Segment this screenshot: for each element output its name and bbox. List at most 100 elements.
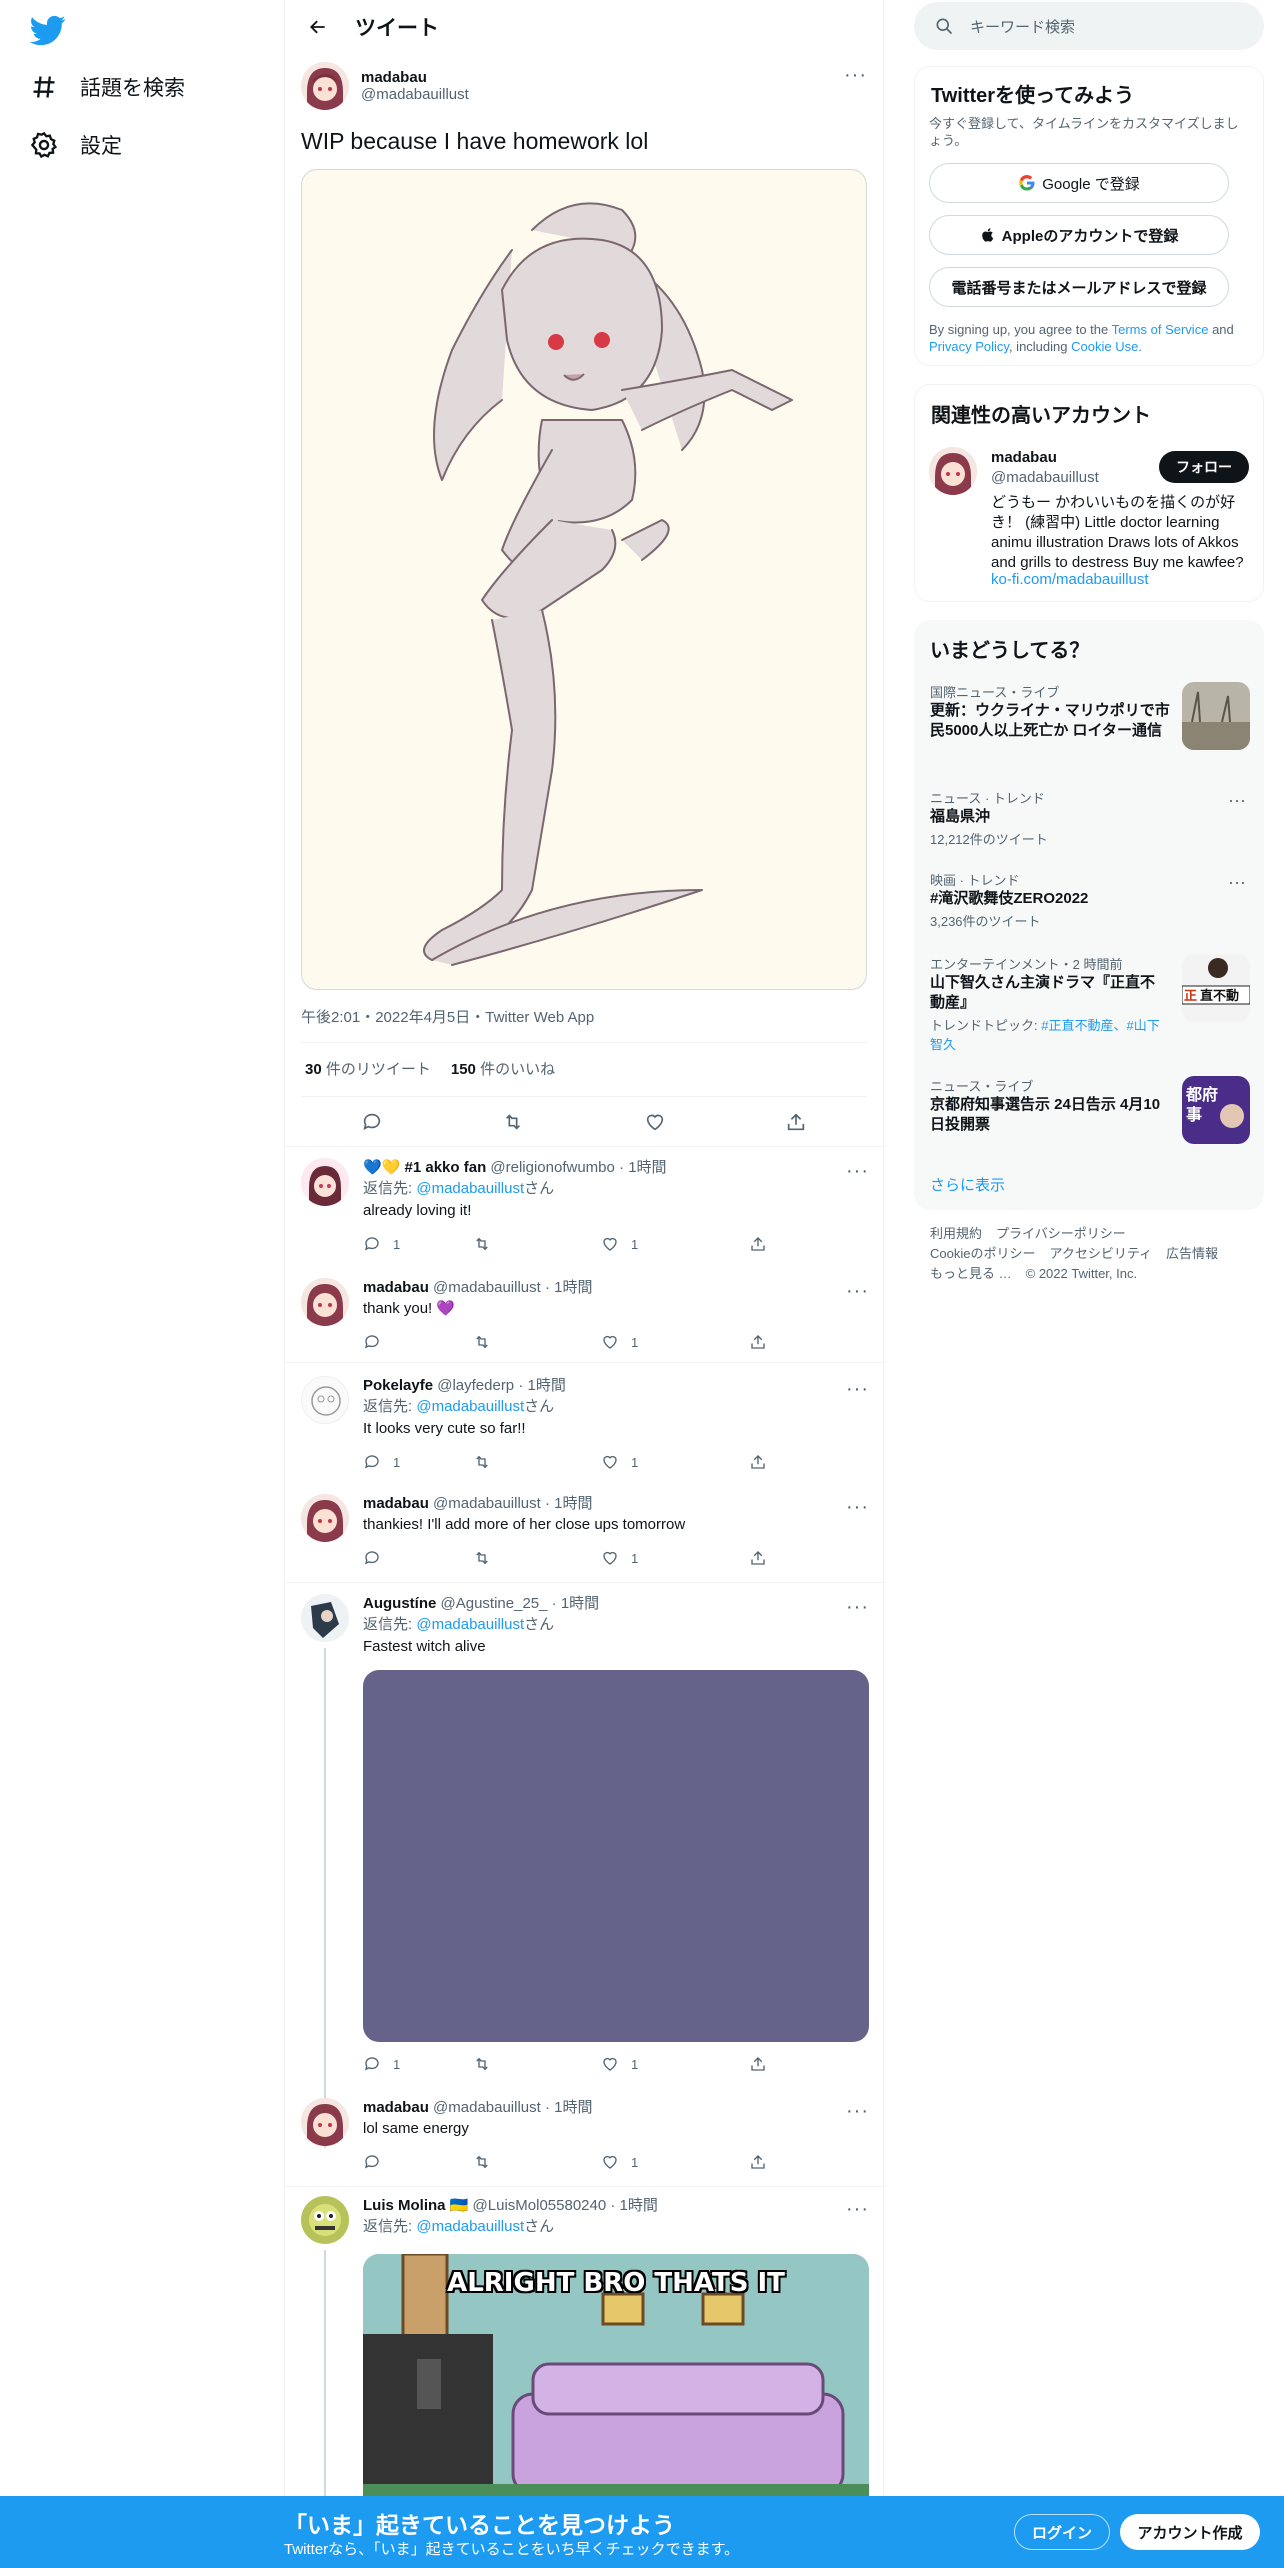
footer-link[interactable]: 広告情報 — [1166, 1246, 1218, 1261]
like-button[interactable]: 1 — [601, 1235, 749, 1253]
avatar[interactable] — [301, 1278, 349, 1326]
retweet-button[interactable] — [495, 1104, 531, 1140]
reply-author-name[interactable]: madabau — [363, 1279, 429, 1296]
like-count[interactable]: 150 件のいいね — [451, 1058, 555, 1079]
more-options-icon[interactable]: ··· — [1228, 790, 1246, 811]
reply-author-name[interactable]: madabau — [363, 1495, 429, 1512]
like-button[interactable]: 1 — [601, 2153, 749, 2171]
trend-item[interactable]: 映画 · トレンド #滝沢歌舞伎ZERO2022 3,236件のツイート ··· — [930, 870, 1250, 930]
reply-author-handle[interactable]: @layfederp — [437, 1377, 514, 1394]
nav-explore[interactable]: 話題を検索 — [30, 62, 185, 112]
reply-to-link[interactable]: @madabauillust — [416, 1616, 524, 1633]
reply-media-meme[interactable]: ALRIGHT BRO THATS IT — [363, 2254, 869, 2514]
reply-button[interactable]: 1 — [363, 2055, 473, 2073]
login-button[interactable]: ログイン — [1014, 2514, 1110, 2550]
reply-author-name[interactable]: Augustíne — [363, 1595, 436, 1612]
share-button[interactable] — [749, 1333, 767, 1351]
phone-email-signup-button[interactable]: 電話番号またはメールアドレスで登録 — [929, 267, 1229, 307]
show-more-link[interactable]: さらに表示 — [930, 1174, 1005, 1195]
reply-author-handle[interactable]: @madabauillust — [433, 1279, 541, 1296]
related-link[interactable]: ko-fi.com/madabauillust — [991, 571, 1149, 588]
avatar[interactable] — [301, 1158, 349, 1206]
reply-author-handle[interactable]: @Agustine_25_ — [441, 1595, 548, 1612]
reply-time[interactable]: · 1時間 — [610, 2197, 658, 2214]
share-button[interactable] — [778, 1104, 814, 1140]
retweet-button[interactable] — [473, 1549, 601, 1567]
tweet-timestamp[interactable]: 午後2:01・2022年4月5日・Twitter Web App — [301, 1006, 594, 1027]
reply-author-handle[interactable]: @madabauillust — [433, 2099, 541, 2116]
retweet-count[interactable]: 30 件のリツイート — [305, 1058, 431, 1079]
footer-link[interactable]: もっと見る … — [930, 1266, 1012, 1281]
related-handle[interactable]: @madabauillust — [991, 469, 1099, 486]
avatar[interactable] — [301, 62, 349, 110]
retweet-button[interactable] — [473, 1333, 601, 1351]
follow-button[interactable]: フォロー — [1159, 451, 1249, 483]
google-signup-button[interactable]: Google で登録 — [929, 163, 1229, 203]
signup-button[interactable]: アカウント作成 — [1120, 2514, 1260, 2550]
reply-button[interactable] — [363, 2153, 473, 2171]
retweet-button[interactable] — [473, 2153, 601, 2171]
more-options-icon[interactable]: ··· — [1228, 872, 1246, 893]
reply-time[interactable]: · 1時間 — [552, 1595, 600, 1612]
reply-media[interactable] — [363, 1670, 869, 2042]
share-button[interactable] — [749, 1453, 767, 1471]
reply-time[interactable]: · 1時間 — [545, 1279, 593, 1296]
reply-button[interactable] — [363, 1333, 473, 1351]
reply-time[interactable]: · 1時間 — [545, 1495, 593, 1512]
privacy-link[interactable]: Privacy Policy — [929, 339, 1009, 354]
terms-link[interactable]: Terms of Service — [1112, 322, 1209, 337]
trend-item[interactable]: エンターテインメント・2 時間前 山下智久さん主演ドラマ『正直不動産』 トレンド… — [930, 954, 1250, 1053]
avatar[interactable] — [301, 1376, 349, 1424]
reply-button[interactable] — [354, 1104, 390, 1140]
reply-author-name[interactable]: 💙💛 #1 akko fan — [363, 1159, 486, 1176]
share-button[interactable] — [749, 1549, 767, 1567]
like-button[interactable]: 1 — [601, 2055, 749, 2073]
like-button[interactable]: 1 — [601, 1549, 749, 1567]
footer-link[interactable]: 利用規約 — [930, 1226, 982, 1241]
avatar[interactable] — [301, 2196, 349, 2244]
reply-to-link[interactable]: @madabauillust — [416, 1180, 524, 1197]
reply-time[interactable]: · 1時間 — [518, 1377, 566, 1394]
nav-settings[interactable]: 設定 — [30, 120, 122, 170]
twitter-logo-icon[interactable] — [30, 12, 66, 48]
reply-author-name[interactable]: madabau — [363, 2099, 429, 2116]
avatar[interactable] — [301, 2098, 349, 2146]
footer-link[interactable]: プライバシーポリシー — [996, 1226, 1126, 1241]
share-button[interactable] — [749, 1235, 767, 1253]
reply-author-name[interactable]: Luis Molina 🇺🇦 — [363, 2197, 468, 2214]
reply-author-handle[interactable]: @madabauillust — [433, 1495, 541, 1512]
retweet-button[interactable] — [473, 1235, 601, 1253]
reply-time[interactable]: · 1時間 — [545, 2099, 593, 2116]
avatar[interactable] — [929, 447, 977, 495]
reply-time[interactable]: · 1時間 — [619, 1159, 667, 1176]
trend-item[interactable]: ニュース・ライブ 京都府知事選告示 24日告示 4月10日投開票 都府事 — [930, 1076, 1250, 1144]
avatar[interactable] — [301, 1594, 349, 1642]
footer-link[interactable]: アクセシビリティ — [1049, 1246, 1152, 1261]
more-options-icon[interactable]: ··· — [844, 65, 867, 85]
author-name[interactable]: madabau — [361, 69, 469, 86]
reply-to-link[interactable]: @madabauillust — [416, 2218, 524, 2235]
related-name[interactable]: madabau — [991, 449, 1057, 466]
share-button[interactable] — [749, 2055, 767, 2073]
search-input[interactable]: キーワード検索 — [914, 2, 1264, 50]
reply-author-name[interactable]: Pokelayfe — [363, 1377, 433, 1394]
apple-signup-button[interactable]: Appleのアカウントで登録 — [929, 215, 1229, 255]
reply-author-handle[interactable]: @religionofwumbo — [490, 1159, 614, 1176]
reply-button[interactable] — [363, 1549, 473, 1567]
like-button[interactable]: 1 — [601, 1333, 749, 1351]
retweet-button[interactable] — [473, 2055, 601, 2073]
like-button[interactable]: 1 — [601, 1453, 749, 1471]
author-handle[interactable]: @madabauillust — [361, 86, 469, 103]
trend-item[interactable]: 国際ニュース・ライブ 更新：ウクライナ・マリウポリで市民5000人以上死亡か ロ… — [930, 682, 1250, 750]
back-button[interactable] — [301, 10, 335, 44]
share-button[interactable] — [749, 2153, 767, 2171]
cookie-link[interactable]: Cookie Use. — [1071, 339, 1142, 354]
retweet-button[interactable] — [473, 1453, 601, 1471]
tweet-image[interactable] — [301, 169, 867, 990]
reply-to-link[interactable]: @madabauillust — [416, 1398, 524, 1415]
reply-button[interactable]: 1 — [363, 1453, 473, 1471]
footer-link[interactable]: Cookieのポリシー — [930, 1246, 1035, 1261]
reply-author-handle[interactable]: @LuisMol05580240 — [473, 2197, 607, 2214]
like-button[interactable] — [637, 1104, 673, 1140]
reply-button[interactable]: 1 — [363, 1235, 473, 1253]
